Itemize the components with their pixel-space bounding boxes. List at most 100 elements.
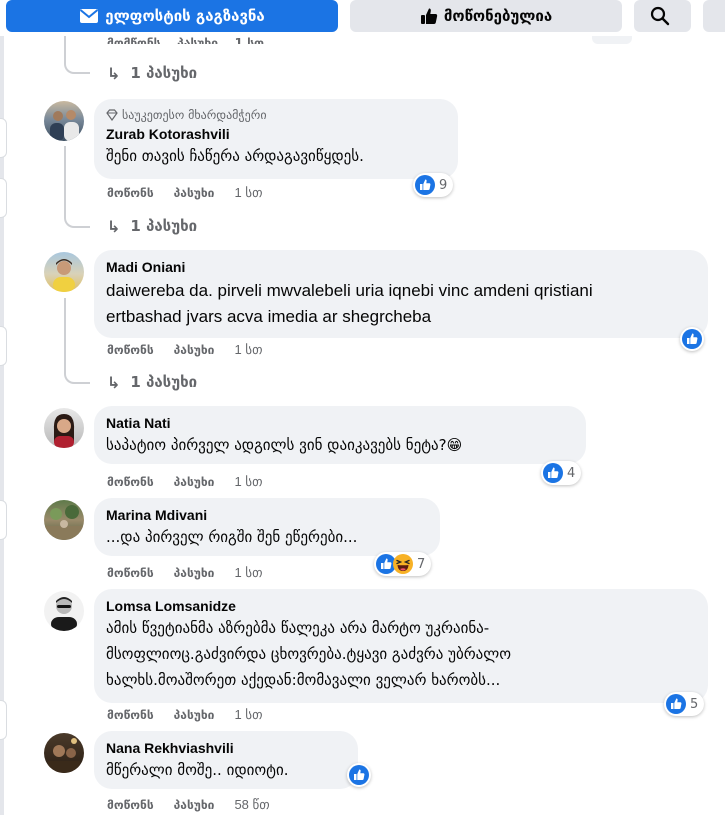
- view-replies-link[interactable]: ↳ 1 პასუხი: [107, 215, 197, 237]
- comment-actions: მოწონს პასუხი 58 წთ: [107, 796, 270, 814]
- comment-bubble: საუკეთესო მხარდამჭერი Zurab Kotorashvili…: [94, 99, 458, 179]
- reply-arrow-icon: ↳: [107, 216, 121, 236]
- like-reaction-icon: [666, 694, 686, 714]
- top-fan-label: საუკეთესო მხარდამჭერი: [122, 108, 267, 122]
- avatar-image: [48, 738, 80, 773]
- comment-text-line: daiwereba da. pirveli mwvalebeli uria iq…: [106, 281, 593, 300]
- view-replies-link[interactable]: ↳ 1 პასუხი: [107, 371, 197, 393]
- envelope-icon: [80, 9, 99, 23]
- edge-tab: [0, 326, 7, 366]
- edge-tab: [0, 500, 7, 540]
- comment-bubble: Madi Oniani daiwereba da. pirveli mwvale…: [94, 250, 708, 338]
- thumbs-up-icon: [420, 8, 438, 24]
- avatar[interactable]: [44, 408, 84, 448]
- reply-action[interactable]: პასუხი: [174, 798, 215, 812]
- avatar-image: [51, 597, 77, 631]
- avatar[interactable]: [44, 733, 84, 773]
- comment-text-line: მსოფლიოც.გაძვირდა ცხოვრება.ტყავი გაძვრა …: [106, 645, 512, 663]
- reply-action[interactable]: პასუხი: [174, 343, 215, 357]
- thread-connector: [64, 60, 90, 74]
- comment-author[interactable]: Madi Oniani: [106, 258, 696, 276]
- edge-tab: [0, 118, 7, 158]
- view-replies-link[interactable]: ↳ 1 პასუხი: [107, 62, 197, 84]
- comment-bubble: Natia Nati საპატიო პირველ ადგილს ვინ დაი…: [94, 406, 586, 464]
- thread-line: [64, 146, 66, 216]
- comment-time[interactable]: 1 სთ: [234, 185, 262, 201]
- comment-time[interactable]: 1 სთ: [234, 565, 262, 581]
- like-action[interactable]: მოწონს: [107, 343, 154, 357]
- search-button[interactable]: [634, 0, 691, 32]
- comment-author[interactable]: Zurab Kotorashvili: [106, 125, 446, 143]
- thread-connector: [64, 214, 90, 228]
- avatar[interactable]: [44, 252, 84, 292]
- reply-arrow-icon: ↳: [107, 372, 121, 392]
- avatar[interactable]: [44, 500, 84, 540]
- avatar[interactable]: [44, 101, 84, 141]
- liked-label: მოწონებულია: [443, 7, 553, 25]
- comment-bubble: Marina Mdivani ...და პირველ რიგში შენ ეწ…: [94, 498, 440, 556]
- reply-action[interactable]: პასუხი: [174, 475, 215, 489]
- view-replies-label: 1 პასუხი: [130, 373, 198, 391]
- reply-action[interactable]: პასუხი: [174, 566, 215, 580]
- like-action[interactable]: მოწონს: [107, 186, 154, 200]
- comment-time[interactable]: 1 სთ: [234, 342, 262, 358]
- comment-text: საპატიო პირველ ადგილს ვინ დაიკავებს ნეტა…: [106, 432, 574, 458]
- reply-arrow-icon: ↳: [107, 63, 121, 83]
- comment-text-body: საპატიო პირველ ადგილს ვინ დაიკავებს ნეტა…: [106, 436, 447, 454]
- like-reaction-icon: [682, 329, 702, 349]
- avatar-image: [53, 259, 75, 292]
- comment-actions: მოწონს პასუხი 1 სთ: [107, 341, 263, 359]
- reaction-summary[interactable]: [347, 763, 371, 787]
- reaction-summary[interactable]: 4: [541, 461, 582, 485]
- reaction-summary[interactable]: 9: [413, 173, 454, 197]
- thread-line: [64, 298, 66, 372]
- comment-text: მწერალი მოშე.. იდიოტი.: [106, 761, 289, 779]
- comment-actions: მოწონს პასუხი 1 სთ: [107, 184, 263, 202]
- like-action[interactable]: მოწონს: [107, 566, 154, 580]
- reaction-summary[interactable]: 5: [664, 692, 705, 716]
- like-reaction-icon: [543, 463, 563, 483]
- thread-line: [64, 36, 66, 62]
- reaction-summary[interactable]: [680, 327, 704, 351]
- more-button[interactable]: [703, 0, 725, 32]
- comment-bubble: Nana Rekhviashvili მწერალი მოშე.. იდიოტი…: [94, 731, 358, 789]
- edge-tab: [0, 700, 7, 740]
- reaction-count: 9: [439, 177, 448, 193]
- reply-action[interactable]: პასუხი: [174, 708, 215, 722]
- search-icon: [650, 6, 669, 26]
- comment-author[interactable]: Lomsa Lomsanidze: [106, 597, 696, 615]
- like-action[interactable]: მოწონს: [107, 475, 154, 489]
- comment-author[interactable]: Nana Rekhviashvili: [106, 739, 346, 757]
- reaction-summary[interactable]: 7: [374, 552, 432, 576]
- like-action[interactable]: მოწონს: [107, 798, 154, 812]
- like-reaction-icon: [415, 175, 435, 195]
- view-replies-label: 1 პასუხი: [130, 217, 198, 235]
- comment-author[interactable]: Marina Mdivani: [106, 506, 428, 524]
- view-replies-label: 1 პასუხი: [130, 64, 198, 82]
- reaction-count: 5: [690, 696, 699, 712]
- comment-text: შენი თავის ჩაწერა არდაგავიწყდეს.: [106, 147, 364, 165]
- send-email-label: ელფოსტის გაგზავნა: [105, 7, 265, 25]
- comment-text-line: ამის წვეტიანმა აზრებმა წალეკა არა მარტო …: [106, 619, 490, 637]
- top-fan-badge: საუკეთესო მხარდამჭერი: [106, 107, 446, 123]
- previous-comment-actions: მომწონს პასუხი 1 სთ: [107, 36, 264, 44]
- avatar-image: [53, 414, 75, 448]
- send-email-button[interactable]: ელფოსტის გაგზავნა: [6, 0, 338, 32]
- comment-actions: მოწონს პასუხი 1 სთ: [107, 706, 263, 724]
- avatar-image: [50, 110, 79, 141]
- like-action[interactable]: მოწონს: [107, 708, 154, 722]
- previous-reaction-badge: [592, 36, 632, 44]
- comment-time[interactable]: 1 სთ: [234, 707, 262, 723]
- comment-time[interactable]: 58 წთ: [234, 797, 269, 813]
- thread-connector: [64, 370, 90, 384]
- post-action-bar: ელფოსტის გაგზავნა მოწონებულია: [0, 0, 725, 36]
- like-reaction-icon: [349, 765, 369, 785]
- comment-text-line: ხალხს.მოაშორეთ აქედან:მომავალი ველარ ხარ…: [106, 671, 501, 689]
- edge-tab: [0, 178, 7, 218]
- reply-action[interactable]: პასუხი: [174, 186, 215, 200]
- comment-author[interactable]: Natia Nati: [106, 414, 574, 432]
- comment-time[interactable]: 1 სთ: [234, 474, 262, 490]
- comment-bubble: Lomsa Lomsanidze ამის წვეტიანმა აზრებმა …: [94, 589, 708, 703]
- avatar[interactable]: [44, 591, 84, 631]
- liked-button[interactable]: მოწონებულია: [350, 0, 622, 32]
